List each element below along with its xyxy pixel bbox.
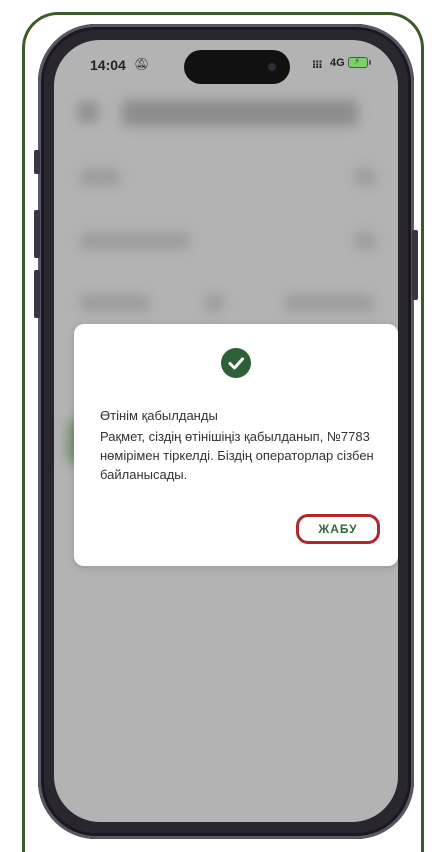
volume-up-button — [34, 210, 40, 258]
network-label: 4G — [330, 57, 345, 69]
dialog-message: Рақмет, сіздің өтінішіңіз қабылданып, №7… — [100, 429, 374, 482]
signal-icon: ⁝⁝⁝ — [312, 59, 323, 71]
volume-down-button — [34, 270, 40, 318]
check-circle-icon — [221, 348, 251, 378]
power-button — [412, 230, 418, 300]
mute-bell-icon: 🔕︎ — [134, 57, 150, 71]
dialog-title: Өтінім қабылданды — [100, 408, 218, 423]
status-time: 14:04 — [90, 57, 126, 73]
silent-switch — [34, 150, 40, 174]
camera-dot — [268, 63, 276, 71]
success-dialog: Өтінім қабылданды Рақмет, сіздің өтініші… — [74, 324, 398, 566]
phone-screen: 14:04 🔕︎ ⁝⁝⁝ 4G ⚡ Өтінім қабылданды Рақм… — [54, 40, 398, 822]
close-button[interactable]: ЖАБУ — [296, 514, 380, 544]
status-bar: 14:04 🔕︎ ⁝⁝⁝ 4G ⚡ — [54, 40, 398, 84]
battery-charging-icon: ⚡ — [348, 56, 371, 68]
dynamic-island — [184, 50, 290, 84]
